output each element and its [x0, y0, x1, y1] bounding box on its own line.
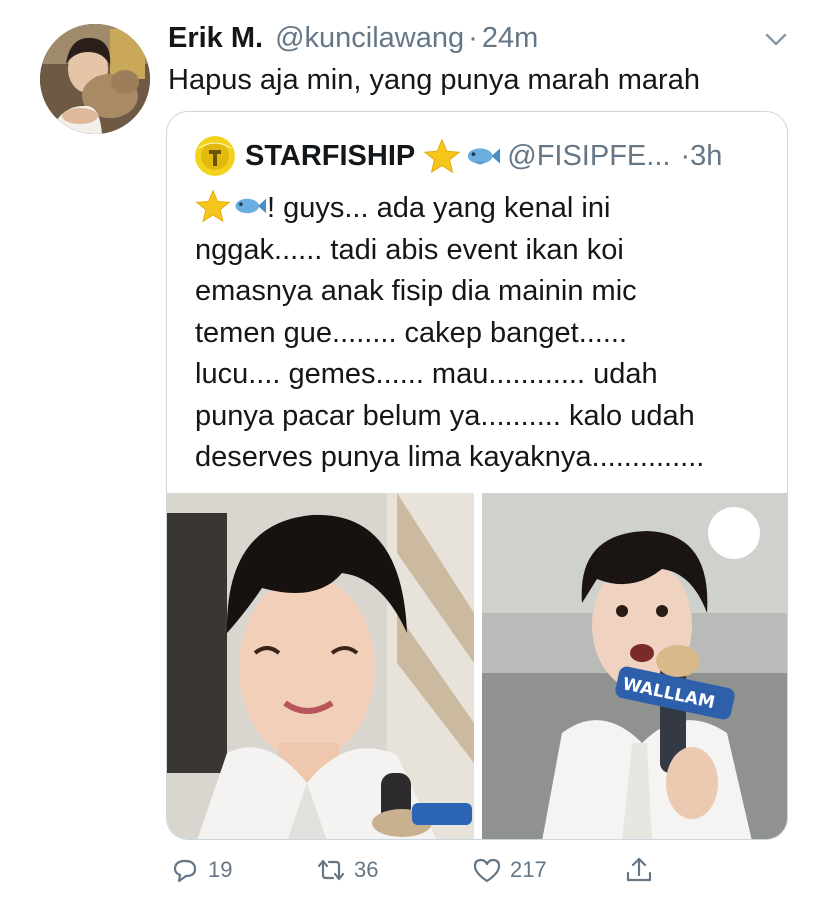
quoted-line: temen gue........ cakep banget...... — [195, 316, 628, 349]
author-name[interactable]: Erik M. — [168, 22, 263, 55]
retweet-icon — [317, 859, 345, 881]
quoted-media: WALLLAM — [167, 493, 787, 839]
tweet-header: Erik M. @kuncilawang · 24m — [168, 22, 538, 58]
chevron-down-icon[interactable] — [763, 26, 789, 52]
quoted-text: ! guys... ada yang kenal ini nggak......… — [195, 188, 775, 479]
quoted-line: deserves punya lima kayaknya............… — [195, 441, 705, 473]
tweet-time[interactable]: 24m — [482, 22, 538, 55]
like-button[interactable]: 217 — [472, 855, 547, 885]
reply-button[interactable]: 19 — [170, 855, 232, 885]
retweet-count: 36 — [354, 857, 379, 882]
reply-count: 19 — [208, 857, 233, 882]
star-emoji — [423, 137, 461, 175]
fish-emoji — [231, 188, 267, 224]
quoted-header: STARFISHIP @FISIPFE... ·3h — [195, 136, 722, 176]
retweet-button[interactable]: 36 — [316, 855, 378, 885]
reply-icon — [173, 859, 197, 883]
quoted-avatar[interactable] — [195, 136, 235, 176]
tweet-text: Hapus aja min, yang punya marah marah — [168, 64, 700, 96]
like-count: 217 — [510, 857, 547, 882]
quoted-line: emasnya anak fisip dia mainin mic — [195, 275, 637, 307]
quoted-name[interactable]: STARFISHIP — [245, 140, 415, 173]
photo-right[interactable]: WALLLAM — [482, 493, 787, 839]
quoted-line: nggak...... tadi abis event ikan koi — [195, 233, 624, 266]
photo-left[interactable] — [167, 493, 474, 839]
quoted-tweet[interactable]: STARFISHIP @FISIPFE... ·3h ! guys... ada… — [166, 111, 788, 840]
heart-icon — [473, 858, 501, 883]
quoted-handle[interactable]: @FISIPFE... — [507, 140, 670, 173]
quoted-line: lucu.... gemes...... mau............ uda… — [195, 358, 658, 390]
quoted-line: punya pacar belum ya.......... kalo udah — [195, 399, 695, 432]
author-avatar[interactable] — [40, 24, 150, 134]
quoted-time[interactable]: ·3h — [680, 140, 722, 173]
author-handle[interactable]: @kuncilawang — [275, 22, 464, 55]
fish-emoji — [463, 137, 501, 175]
star-emoji — [195, 188, 231, 224]
share-button[interactable] — [624, 855, 662, 885]
separator-dot: · — [468, 22, 478, 54]
quoted-line-text: ! guys... ada yang kenal ini — [267, 192, 611, 224]
quoted-line: ! guys... ada yang kenal ini — [195, 188, 775, 230]
share-icon — [626, 857, 652, 882]
